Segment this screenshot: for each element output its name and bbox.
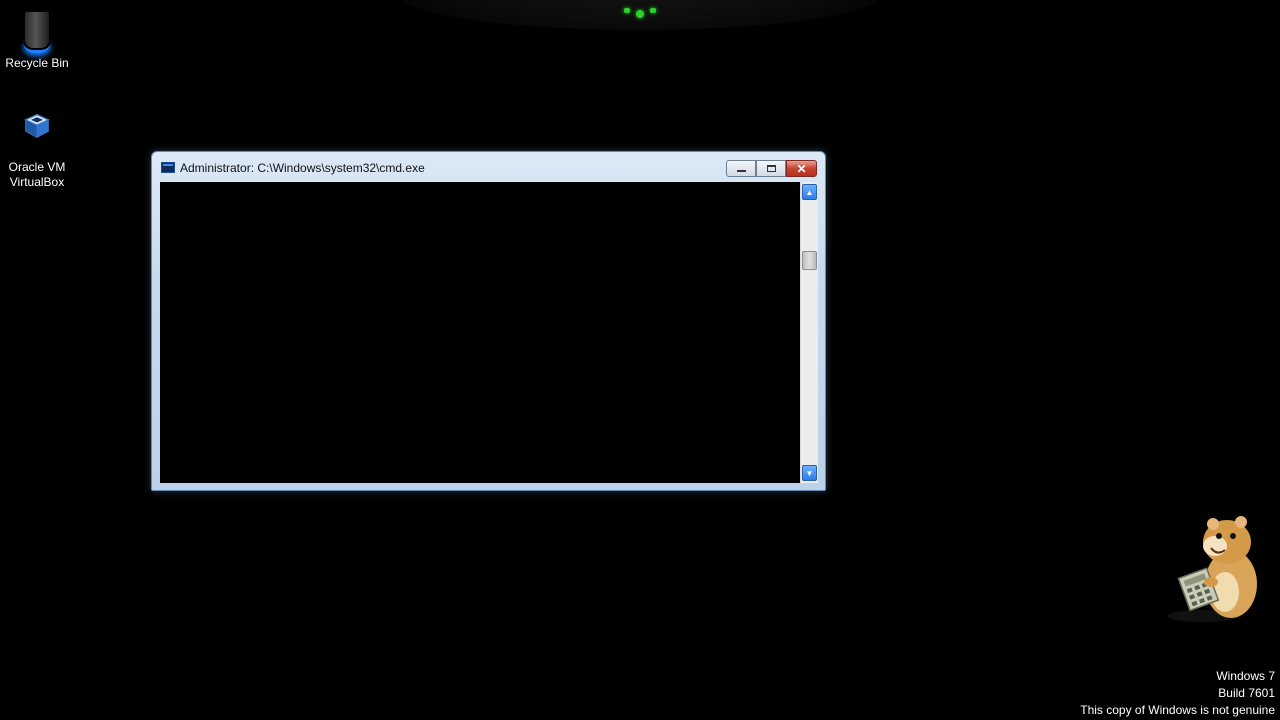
desktop-icon-label: Recycle Bin (5, 56, 69, 70)
close-icon: ✕ (796, 161, 807, 176)
status-led-icon (624, 7, 656, 19)
watermark-genuine-line: This copy of Windows is not genuine (1080, 703, 1275, 717)
maximize-icon (766, 165, 776, 172)
window-titlebar[interactable]: Administrator: C:\Windows\system32\cmd.e… (152, 152, 825, 182)
scrollbar-thumb[interactable] (802, 251, 817, 270)
maximize-button[interactable] (756, 160, 786, 177)
minimize-icon (736, 170, 746, 172)
desktop-icon-label: Oracle VM (8, 160, 66, 174)
window-title: Administrator: C:\Windows\system32\cmd.e… (180, 161, 425, 175)
scroll-up-button[interactable]: ▲ (802, 184, 817, 200)
chevron-down-icon: ▼ (805, 468, 814, 478)
windows-genuine-watermark: Windows 7 Build 7601 This copy of Window… (1080, 668, 1275, 719)
watermark-os-line: Windows 7 (1216, 669, 1275, 683)
caption-buttons: ✕ (726, 160, 817, 178)
cmd-icon (161, 162, 175, 173)
desktop-icon-recycle-bin[interactable]: Recycle Bin (0, 6, 74, 71)
scroll-down-button[interactable]: ▼ (802, 465, 817, 481)
hamster-mascot-image (1165, 512, 1265, 624)
cmd-window[interactable]: Administrator: C:\Windows\system32\cmd.e… (151, 151, 826, 491)
console-output-area[interactable] (160, 182, 800, 483)
vertical-scrollbar[interactable]: ▲ ▼ (800, 182, 818, 483)
chevron-up-icon: ▲ (805, 187, 814, 197)
recycle-bin-icon (16, 6, 58, 53)
close-button[interactable]: ✕ (786, 160, 817, 177)
virtualbox-icon (16, 104, 58, 156)
watermark-build-line: Build 7601 (1218, 686, 1275, 700)
desktop-icon-virtualbox[interactable]: Oracle VM VirtualBox (0, 104, 74, 190)
desktop-icon-label: VirtualBox (9, 175, 65, 189)
minimize-button[interactable] (726, 160, 756, 177)
